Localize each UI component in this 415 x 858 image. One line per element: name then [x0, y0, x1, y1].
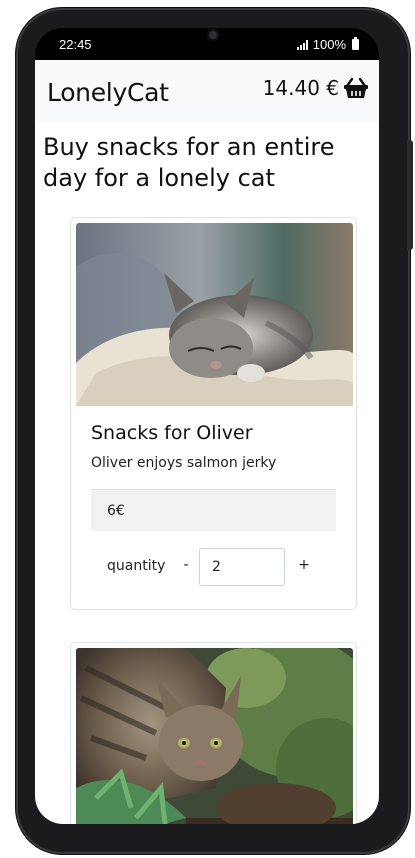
brand-logo-text[interactable]: LonelyCat — [47, 78, 169, 107]
quantity-stepper: quantity - + — [107, 548, 337, 586]
page-heading: Buy snacks for an entire day for a lonel… — [43, 133, 335, 192]
product-price: 6€ — [107, 503, 125, 519]
navbar: LonelyCat 14.40 € — [35, 60, 379, 122]
phone-side-button — [407, 140, 413, 250]
status-indicators: 100% — [296, 37, 359, 52]
quantity-increase-button[interactable]: + — [297, 557, 311, 573]
price-box: 6€ — [91, 489, 336, 531]
basket-icon — [344, 77, 368, 98]
status-time: 22:45 — [59, 37, 92, 52]
quantity-decrease-button[interactable]: - — [179, 557, 193, 573]
cart-button[interactable]: 14.40 € — [263, 76, 369, 100]
signal-icon — [296, 39, 308, 50]
phone-screen: 22:45 100% LonelyCat 14.40 € Buy snacks … — [35, 28, 379, 824]
status-bar: 22:45 100% — [35, 28, 379, 60]
product-title: Snacks for Oliver — [91, 422, 253, 444]
battery-icon — [352, 37, 359, 50]
quantity-input[interactable] — [199, 548, 285, 586]
product-card: Snacks for Oliver Oliver enjoys salmon j… — [70, 217, 357, 610]
product-image-sleeping-kitten — [76, 223, 353, 406]
cart-total: 14.40 € — [262, 76, 339, 100]
product-card — [70, 642, 357, 824]
front-camera-icon — [207, 29, 219, 41]
app-content[interactable]: LonelyCat 14.40 € Buy snacks for an enti… — [35, 60, 379, 824]
battery-percentage: 100% — [312, 37, 346, 52]
product-description: Oliver enjoys salmon jerky — [91, 455, 277, 471]
product-image-tabby-cat — [76, 648, 353, 824]
quantity-label: quantity — [107, 558, 166, 574]
